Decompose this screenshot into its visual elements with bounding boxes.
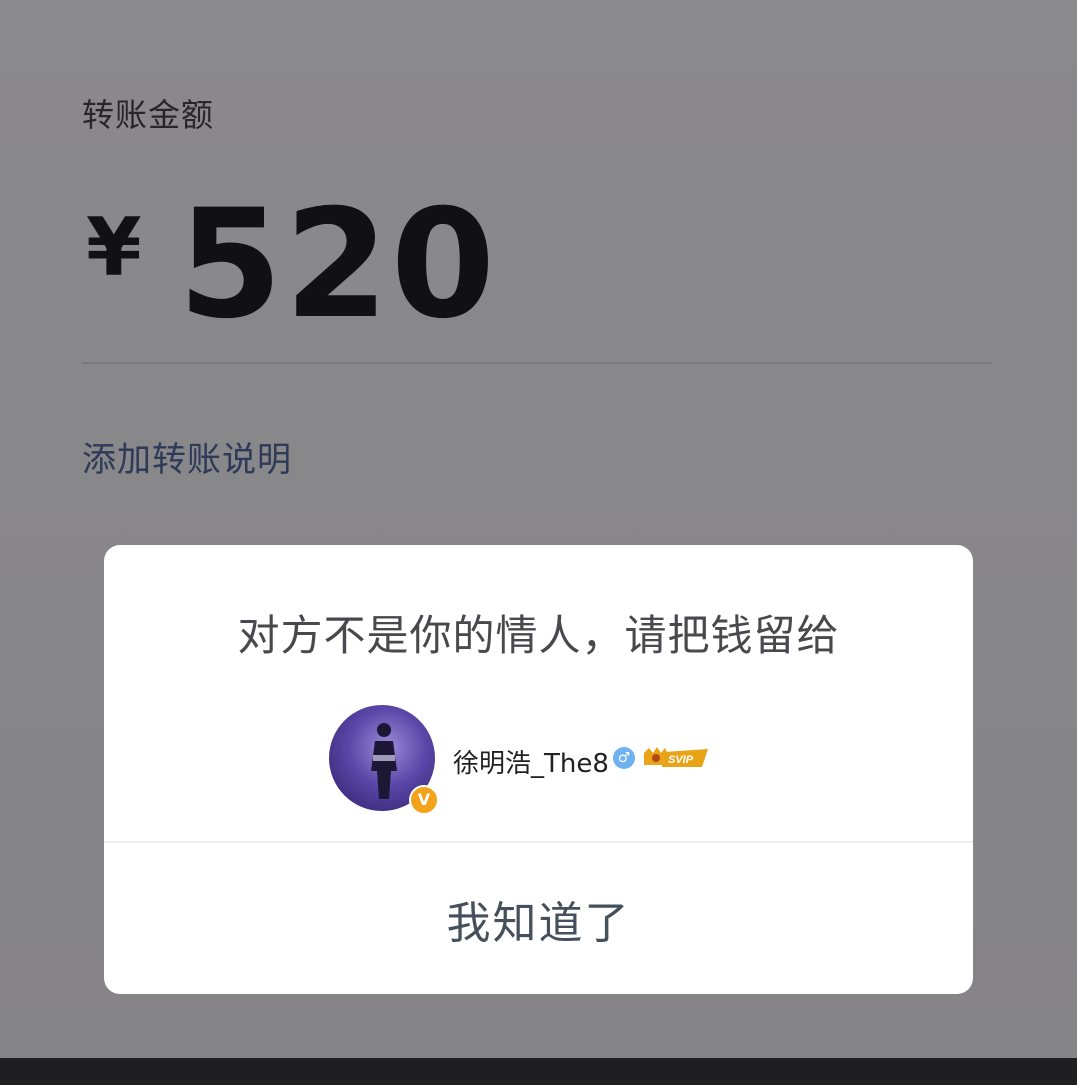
add-transfer-note-link[interactable]: 添加转账说明 xyxy=(82,432,292,481)
username[interactable]: 徐明浩_The8 xyxy=(453,743,609,780)
dialog-message: 对方不是你的情人，请把钱留给 xyxy=(237,611,840,660)
alert-dialog: 对方不是你的情人，请把钱留给 V 徐明浩_The8 ♂ SVIP 我知道了 xyxy=(104,545,973,994)
avatar-figure xyxy=(371,723,397,799)
transfer-screen: 转账金额 ¥ 520 添加转账说明 对方不是你的情人，请把钱留给 V 徐明浩_T… xyxy=(0,0,1077,1085)
amount-divider xyxy=(82,362,992,364)
transfer-amount-label: 转账金额 xyxy=(82,96,215,134)
verified-v-icon: V xyxy=(409,785,439,815)
currency-symbol: ¥ xyxy=(86,201,142,294)
amount-value: 520 xyxy=(178,178,498,352)
male-gender-icon: ♂ xyxy=(613,747,635,769)
bottom-bar xyxy=(0,1058,1077,1085)
svip-text: SVIP xyxy=(668,754,694,766)
svip-crown-icon: SVIP xyxy=(644,747,708,767)
acknowledge-button[interactable]: 我知道了 xyxy=(104,843,973,994)
